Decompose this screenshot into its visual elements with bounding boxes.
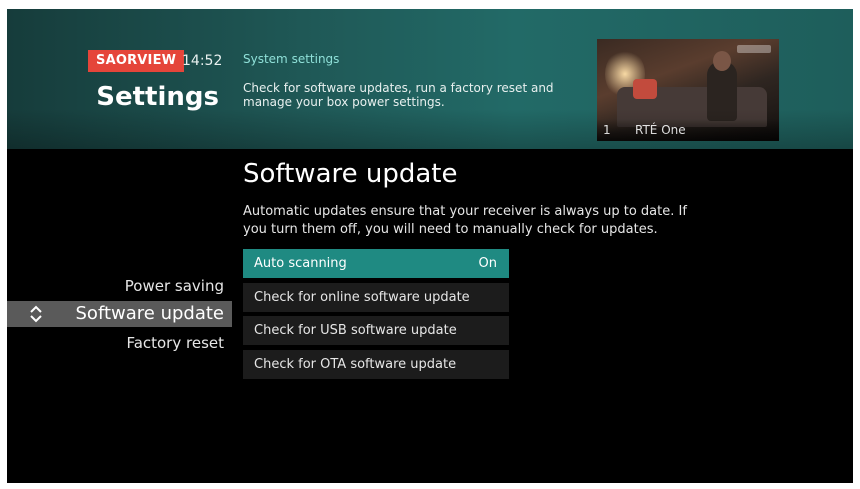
sidebar-item-power-saving[interactable]: Power saving (125, 275, 224, 297)
online-update-option[interactable]: Check for online software update (243, 283, 509, 312)
usb-update-option[interactable]: Check for USB software update (243, 316, 509, 345)
channel-info-bar: 1 RTÉ One (597, 119, 779, 141)
option-label: Auto scanning (254, 256, 347, 271)
ota-update-option[interactable]: Check for OTA software update (243, 350, 509, 379)
saorview-logo: SAORVIEW (88, 50, 185, 72)
option-value: On (478, 256, 497, 271)
auto-scanning-option[interactable]: Auto scanning On (243, 249, 509, 278)
section-description: Automatic updates ensure that your recei… (243, 204, 687, 237)
sidebar-item-software-update[interactable]: Software update (7, 301, 232, 327)
page-title: Settings (96, 82, 219, 112)
sidebar-item-factory-reset[interactable]: Factory reset (126, 332, 224, 354)
section-title: Software update (243, 159, 458, 189)
header-banner: SAORVIEW 14:52 Settings System settings … (7, 9, 853, 149)
clock: 14:52 (182, 53, 223, 69)
channel-logo-watermark (737, 45, 771, 53)
sidebar-item-label: Software update (75, 303, 225, 324)
channel-name: RTÉ One (635, 123, 686, 137)
up-down-chevron-icon (30, 305, 42, 323)
tv-screen: SAORVIEW 14:52 Settings System settings … (7, 9, 853, 483)
preview-head (713, 51, 731, 71)
option-label: Check for online software update (254, 290, 470, 305)
option-label: Check for USB software update (254, 323, 457, 338)
breadcrumb: System settings (243, 52, 340, 66)
header-description: Check for software updates, run a factor… (243, 81, 554, 109)
preview-cushion (633, 79, 657, 99)
channel-number: 1 (603, 123, 611, 137)
live-tv-preview: 1 RTÉ One (597, 39, 779, 141)
option-label: Check for OTA software update (254, 357, 457, 372)
